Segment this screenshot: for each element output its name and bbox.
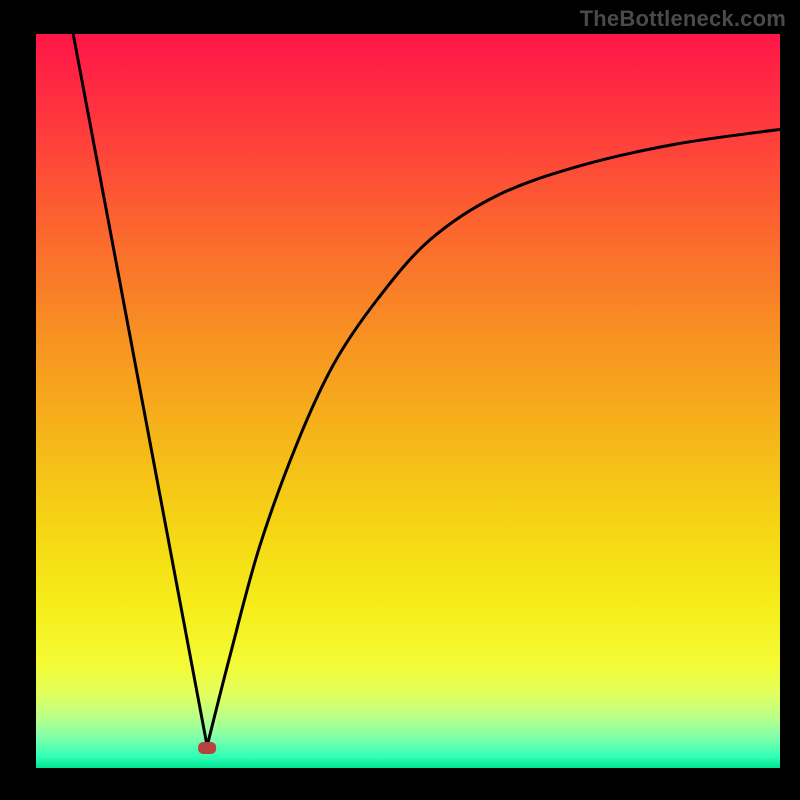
chart-svg [0,0,800,800]
watermark-text: TheBottleneck.com [580,6,786,32]
minimum-marker [198,742,216,754]
chart-stage: TheBottleneck.com [0,0,800,800]
